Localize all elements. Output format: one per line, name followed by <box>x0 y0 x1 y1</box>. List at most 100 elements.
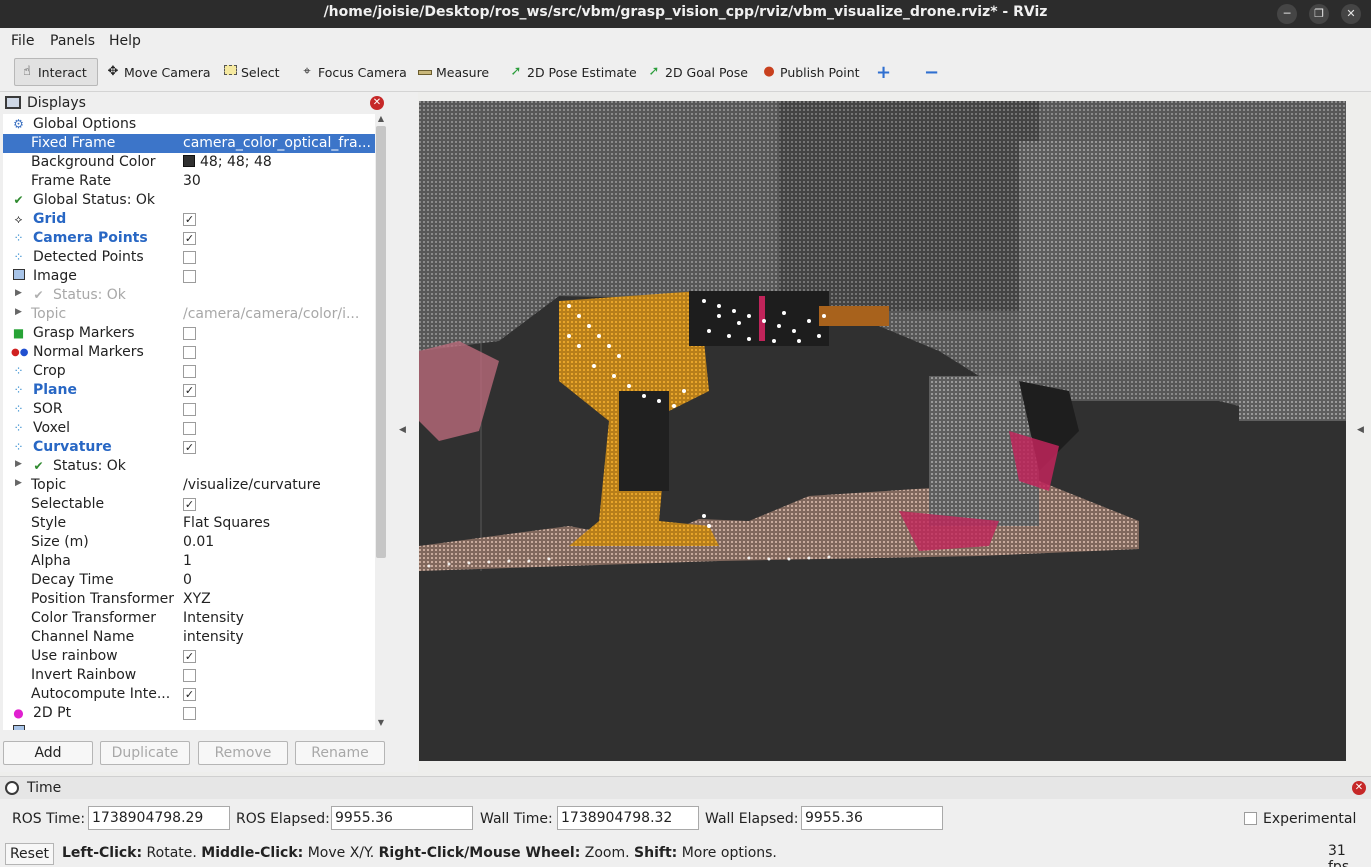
tree-row-grid[interactable]: ⟡ Grid ✓ <box>3 210 375 229</box>
2d-pt-checkbox[interactable] <box>183 707 196 720</box>
tree-row-curvature-status[interactable]: ▶ ✔ Status: Ok <box>3 457 375 476</box>
tree-row-global-status[interactable]: ✔ Global Status: Ok <box>3 191 375 210</box>
normal-markers-checkbox[interactable] <box>183 346 196 359</box>
tree-row-channel-name[interactable]: Channel Name intensity <box>3 628 375 647</box>
tree-row-autocompute[interactable]: Autocompute Inte... ✓ <box>3 685 375 704</box>
remove-tool-icon[interactable]: − <box>920 58 943 86</box>
scroll-down-icon[interactable]: ▼ <box>376 718 386 728</box>
tree-row-curvature[interactable]: ⁘ Curvature ✓ <box>3 438 375 457</box>
tree-row-2d-pt[interactable]: ● 2D Pt <box>3 704 375 723</box>
voxel-checkbox[interactable] <box>183 422 196 435</box>
tree-row-color-transformer[interactable]: Color Transformer Intensity <box>3 609 375 628</box>
grasp-markers-checkbox[interactable] <box>183 327 196 340</box>
curvature-checkbox[interactable]: ✓ <box>183 441 196 454</box>
plane-checkbox[interactable]: ✓ <box>183 384 196 397</box>
panel-splitter[interactable]: ◀ <box>390 92 418 772</box>
expand-arrow-icon[interactable]: ▶ <box>15 478 25 488</box>
expand-arrow-icon[interactable]: ▶ <box>15 307 25 317</box>
fixed-frame-value[interactable]: camera_color_optical_fra... <box>183 135 373 151</box>
position-transformer-value[interactable]: XYZ <box>183 591 373 607</box>
close-panel-icon[interactable]: ✕ <box>370 96 384 110</box>
menu-panels[interactable]: Panels <box>50 33 95 49</box>
image-topic-value[interactable]: /camera/camera/color/i... <box>183 306 373 322</box>
tree-row-size[interactable]: Size (m) 0.01 <box>3 533 375 552</box>
measure-button[interactable]: Measure <box>413 58 493 86</box>
curvature-topic-value[interactable]: /visualize/curvature <box>183 477 373 493</box>
move-camera-button[interactable]: ✥ Move Camera <box>101 58 215 86</box>
tree-row-image-status[interactable]: ▶ ✔ Status: Ok <box>3 286 375 305</box>
style-value[interactable]: Flat Squares <box>183 515 373 531</box>
remove-button[interactable]: Remove <box>198 741 288 765</box>
tree-row-selectable[interactable]: Selectable ✓ <box>3 495 375 514</box>
render-viewport[interactable] <box>419 101 1346 761</box>
interact-tool-button[interactable]: ☝ Interact <box>14 58 98 86</box>
decay-time-value[interactable]: 0 <box>183 572 373 588</box>
collapse-left-icon[interactable]: ◀ <box>399 425 406 435</box>
tree-row-style[interactable]: Style Flat Squares <box>3 514 375 533</box>
close-window-icon[interactable]: ✕ <box>1341 4 1361 24</box>
menu-help[interactable]: Help <box>109 33 141 49</box>
tree-row-plane[interactable]: ⁘ Plane ✓ <box>3 381 375 400</box>
tree-row-background-color[interactable]: Background Color 48; 48; 48 <box>3 153 375 172</box>
displays-scrollbar[interactable]: ▲ ▼ <box>375 114 387 730</box>
publish-point-button[interactable]: ● Publish Point <box>757 58 864 86</box>
tree-row-sor[interactable]: ⁘ SOR <box>3 400 375 419</box>
select-button[interactable]: Select <box>218 58 284 86</box>
pose-estimate-button[interactable]: ➚ 2D Pose Estimate <box>504 58 641 86</box>
expand-arrow-icon[interactable]: ▶ <box>15 288 25 298</box>
tree-row-position-transformer[interactable]: Position Transformer XYZ <box>3 590 375 609</box>
menu-file[interactable]: File <box>11 33 34 49</box>
wall-elapsed-field[interactable]: 9955.36 <box>801 806 943 830</box>
frame-rate-value[interactable]: 30 <box>183 173 373 189</box>
tree-row-fixed-frame[interactable]: Fixed Frame camera_color_optical_fra... <box>3 134 375 153</box>
alpha-value[interactable]: 1 <box>183 553 373 569</box>
scrollbar-thumb[interactable] <box>376 126 386 558</box>
expand-arrow-icon[interactable]: ▶ <box>15 459 25 469</box>
use-rainbow-checkbox[interactable]: ✓ <box>183 650 196 663</box>
tree-row-normal-markers[interactable]: ●● Normal Markers <box>3 343 375 362</box>
tree-row-grasp-markers[interactable]: ■ Grasp Markers <box>3 324 375 343</box>
tree-row-decay-time[interactable]: Decay Time 0 <box>3 571 375 590</box>
focus-camera-button[interactable]: ⌖ Focus Camera <box>295 58 411 86</box>
autocompute-checkbox[interactable]: ✓ <box>183 688 196 701</box>
channel-name-value[interactable]: intensity <box>183 629 373 645</box>
rename-button[interactable]: Rename <box>295 741 385 765</box>
ros-elapsed-field[interactable]: 9955.36 <box>331 806 473 830</box>
tree-row-image[interactable]: Image <box>3 267 375 286</box>
close-panel-icon[interactable]: ✕ <box>1352 781 1366 795</box>
duplicate-button[interactable]: Duplicate <box>100 741 190 765</box>
image-checkbox[interactable] <box>183 270 196 283</box>
collapse-right-icon[interactable]: ◀ <box>1357 425 1364 435</box>
add-tool-icon[interactable]: + <box>872 58 895 86</box>
tree-row-alpha[interactable]: Alpha 1 <box>3 552 375 571</box>
tree-row-frame-rate[interactable]: Frame Rate 30 <box>3 172 375 191</box>
tree-row-voxel[interactable]: ⁘ Voxel <box>3 419 375 438</box>
scroll-up-icon[interactable]: ▲ <box>376 114 386 124</box>
goal-pose-button[interactable]: ➚ 2D Goal Pose <box>642 58 752 86</box>
experimental-checkbox[interactable] <box>1244 812 1257 825</box>
sor-checkbox[interactable] <box>183 403 196 416</box>
detected-points-checkbox[interactable] <box>183 251 196 264</box>
tree-row-crop[interactable]: ⁘ Crop <box>3 362 375 381</box>
size-value[interactable]: 0.01 <box>183 534 373 550</box>
tree-row-partial[interactable] <box>3 723 375 730</box>
background-color-value[interactable]: 48; 48; 48 <box>183 154 373 170</box>
grid-checkbox[interactable]: ✓ <box>183 213 196 226</box>
invert-rainbow-checkbox[interactable] <box>183 669 196 682</box>
camera-points-checkbox[interactable]: ✓ <box>183 232 196 245</box>
add-button[interactable]: Add <box>3 741 93 765</box>
wall-time-field[interactable]: 1738904798.32 <box>557 806 699 830</box>
crop-checkbox[interactable] <box>183 365 196 378</box>
tree-row-detected-points[interactable]: ⁘ Detected Points <box>3 248 375 267</box>
tree-row-use-rainbow[interactable]: Use rainbow ✓ <box>3 647 375 666</box>
maximize-icon[interactable]: ❐ <box>1309 4 1329 24</box>
tree-row-image-topic[interactable]: ▶ Topic /camera/camera/color/i... <box>3 305 375 324</box>
tree-row-curvature-topic[interactable]: ▶ Topic /visualize/curvature <box>3 476 375 495</box>
tree-row-invert-rainbow[interactable]: Invert Rainbow <box>3 666 375 685</box>
tree-row-global-options[interactable]: ⚙ Global Options <box>3 115 375 134</box>
selectable-checkbox[interactable]: ✓ <box>183 498 196 511</box>
tree-row-camera-points[interactable]: ⁘ Camera Points ✓ <box>3 229 375 248</box>
color-transformer-value[interactable]: Intensity <box>183 610 373 626</box>
reset-button[interactable]: Reset <box>5 843 54 865</box>
ros-time-field[interactable]: 1738904798.29 <box>88 806 230 830</box>
